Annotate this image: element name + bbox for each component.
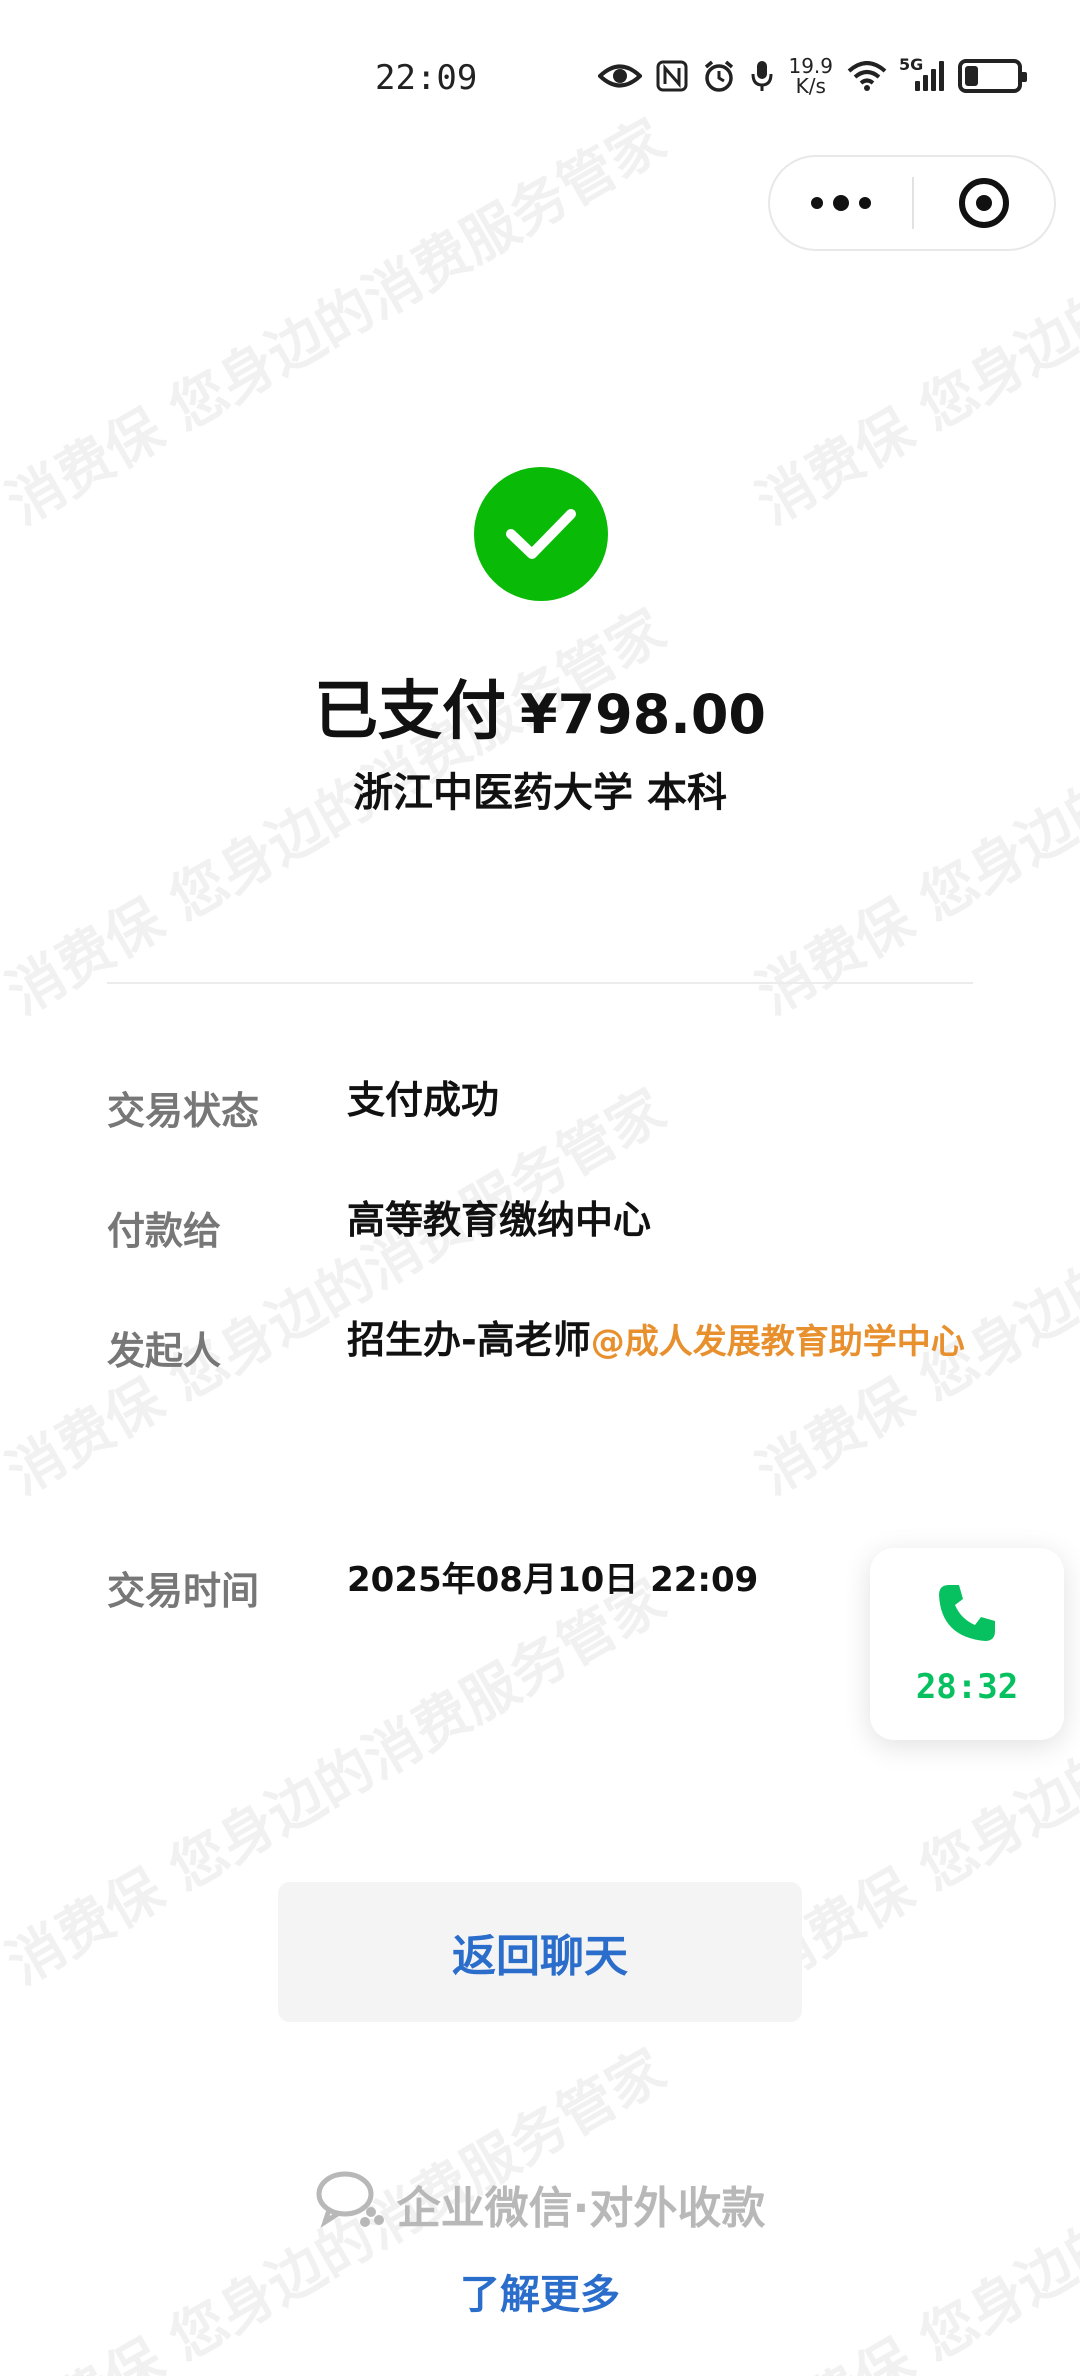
alarm-icon <box>702 59 736 93</box>
wecom-icon <box>315 2168 387 2239</box>
detail-label: 发起人 <box>107 1329 222 1373</box>
payment-status-title: 已支付 <box>314 675 507 749</box>
status-time: 22:09 <box>375 58 478 98</box>
watermark-text: 消费保 您身边的消费服务管家 <box>0 107 677 538</box>
initiator-name: 招生办-高老师 <box>347 1318 591 1362</box>
status-icons: 19.9 K/s 5G <box>598 55 1027 96</box>
detail-label: 交易状态 <box>107 1089 260 1133</box>
phone-icon <box>935 1581 999 1649</box>
detail-label: 交易时间 <box>107 1569 260 1613</box>
detail-row-initiator: 发起人 招生办-高老师@成人发展教育助学中心 <box>107 1318 987 1402</box>
detail-row-payee: 付款给 高等教育缴纳中心 <box>107 1198 987 1280</box>
payment-amount: ¥798.00 <box>520 683 766 746</box>
net-speed-unit: K/s <box>795 74 826 98</box>
detail-row-time: 交易时间 2025年08月10日 22:09 <box>107 1560 987 1640</box>
success-check-icon <box>474 467 608 601</box>
battery-icon <box>958 59 1027 93</box>
status-bar: 22:09 19.9 K/s 5G <box>0 0 1080 160</box>
net-speed-value: 19.9 <box>788 54 833 78</box>
net-speed: 19.9 K/s <box>788 56 833 96</box>
call-float-widget[interactable]: 28:32 <box>870 1548 1064 1740</box>
footer-brand-text: 企业微信·对外收款 <box>396 2182 766 2234</box>
footer-brand: 企业微信·对外收款 <box>0 2168 1080 2239</box>
divider <box>107 982 973 984</box>
payment-product: 浙江中医药大学 本科 <box>353 770 727 816</box>
signal-icon: 5G <box>899 55 944 91</box>
learn-more-link[interactable]: 了解更多 <box>0 2262 1080 2320</box>
detail-row-status: 交易状态 支付成功 <box>107 1078 987 1160</box>
back-to-chat-button[interactable]: 返回聊天 <box>278 1882 802 2022</box>
mic-icon <box>750 59 774 93</box>
wifi-icon <box>847 61 887 91</box>
miniprogram-capsule <box>768 155 1056 251</box>
payment-headline: 已支付 ¥798.00 <box>0 660 1080 752</box>
detail-label: 付款给 <box>107 1209 222 1253</box>
network-type: 5G <box>899 55 924 74</box>
detail-value: 支付成功 <box>347 1078 500 1122</box>
detail-value-initiator: 招生办-高老师@成人发展教育助学中心 <box>347 1280 987 1402</box>
target-close-icon[interactable] <box>914 157 1054 249</box>
more-dots-icon[interactable] <box>770 157 912 249</box>
detail-value: 高等教育缴纳中心 <box>347 1198 652 1242</box>
call-timer: 28:32 <box>915 1667 1019 1707</box>
eye-icon <box>598 61 643 91</box>
nfc-icon <box>656 60 688 92</box>
initiator-org[interactable]: @成人发展教育助学中心 <box>591 1322 965 1362</box>
